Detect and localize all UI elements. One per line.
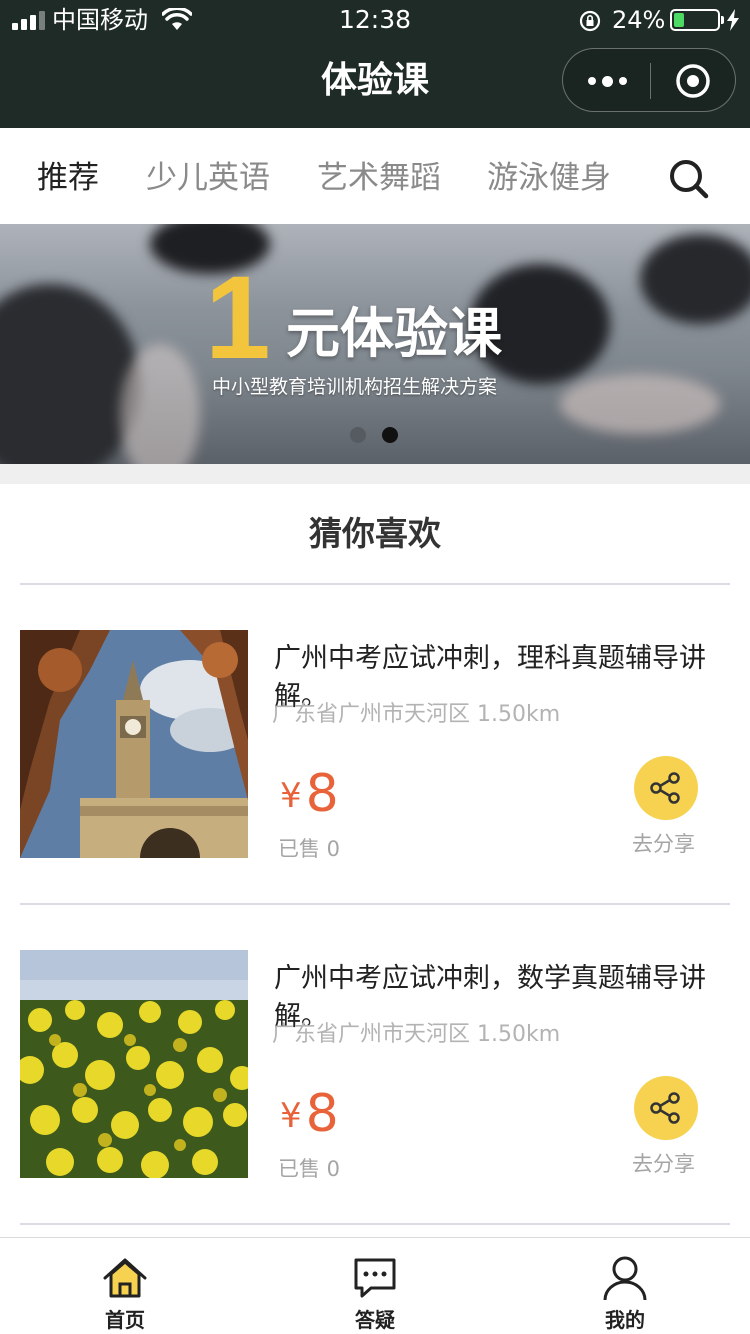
product-location: 广东省广州市天河区 1.50km [272, 702, 561, 727]
product-price: ¥8 [280, 1082, 339, 1146]
more-dot [587, 77, 596, 85]
tabbar-item-home[interactable]: 首页 [0, 1238, 250, 1334]
carousel-dot-active[interactable] [382, 427, 398, 443]
tabbar-item-profile[interactable]: 我的 [500, 1238, 750, 1334]
carousel-dot[interactable] [350, 427, 366, 443]
tabbar-label: 答疑 [355, 1308, 395, 1332]
status-bar: 中国移动 12:38 24% [0, 0, 750, 40]
share-icon [650, 1092, 680, 1124]
banner-photo-shape [640, 234, 750, 324]
tab-kids-english[interactable]: 少儿英语 [146, 158, 270, 198]
bottom-tab-bar: 首页 答疑 我的 [0, 1237, 750, 1334]
price-value: 8 [305, 764, 339, 824]
section-title: 猜你喜欢 [309, 514, 441, 553]
share-button[interactable] [634, 1076, 698, 1140]
product-location: 广东省广州市天河区 1.50km [272, 1022, 561, 1047]
product-card[interactable]: 广州中考应试冲刺，理科真题辅导讲解。 广东省广州市天河区 1.50km ¥8 已… [0, 630, 750, 950]
close-mini-program-icon[interactable] [675, 63, 711, 99]
rotation-lock-icon [579, 10, 601, 32]
product-price: ¥8 [280, 762, 339, 826]
carousel-indicator [350, 427, 398, 443]
divider [20, 1223, 730, 1225]
banner-photo-shape [560, 374, 720, 434]
price-value: 8 [305, 1084, 339, 1144]
tab-swimming-fitness[interactable]: 游泳健身 [487, 158, 611, 198]
banner-photo-shape [120, 344, 200, 464]
search-icon[interactable] [666, 156, 712, 202]
product-image [20, 950, 248, 1178]
mini-program-capsule [562, 48, 736, 112]
promo-banner[interactable]: 1 元体验课 中小型教育培训机构招生解决方案 [0, 224, 750, 464]
battery-percent: 24% [612, 6, 666, 34]
user-icon [603, 1256, 647, 1301]
sold-count: 已售 0 [278, 1157, 341, 1181]
product-image [20, 630, 248, 858]
charging-icon [727, 9, 739, 31]
currency-symbol: ¥ [280, 776, 302, 816]
top-bar: 中国移动 12:38 24% 体验课 [0, 0, 750, 128]
home-icon [103, 1258, 147, 1298]
banner-title: 元体验课 [286, 302, 502, 365]
chat-icon [354, 1258, 396, 1298]
share-icon [650, 772, 680, 804]
share-label[interactable]: 去分享 [632, 1149, 695, 1179]
tabbar-label: 我的 [605, 1308, 645, 1332]
banner-subtitle: 中小型教育培训机构招生解决方案 [212, 376, 498, 398]
currency-symbol: ¥ [280, 1096, 302, 1136]
banner-photo-shape [0, 284, 140, 464]
more-dot [618, 77, 627, 85]
section-gap [0, 464, 750, 484]
share-button[interactable] [634, 756, 698, 820]
more-menu-button[interactable] [585, 71, 629, 91]
tabbar-label: 首页 [105, 1308, 145, 1332]
tabbar-item-qa[interactable]: 答疑 [250, 1238, 500, 1334]
tab-recommended[interactable]: 推荐 [37, 158, 99, 198]
divider [20, 583, 730, 585]
capsule-divider [650, 63, 651, 99]
share-label[interactable]: 去分享 [632, 829, 695, 859]
category-tabs: 推荐 少儿英语 艺术舞蹈 游泳健身 [0, 128, 750, 224]
divider [20, 903, 730, 905]
battery-icon [670, 9, 724, 31]
more-dot [601, 75, 613, 87]
sold-count: 已售 0 [278, 837, 341, 861]
banner-big-number: 1 [205, 252, 271, 384]
tab-art-dance[interactable]: 艺术舞蹈 [317, 158, 441, 198]
product-card[interactable]: 广州中考应试冲刺，数学真题辅导讲解。 广东省广州市天河区 1.50km ¥8 已… [0, 950, 750, 1270]
